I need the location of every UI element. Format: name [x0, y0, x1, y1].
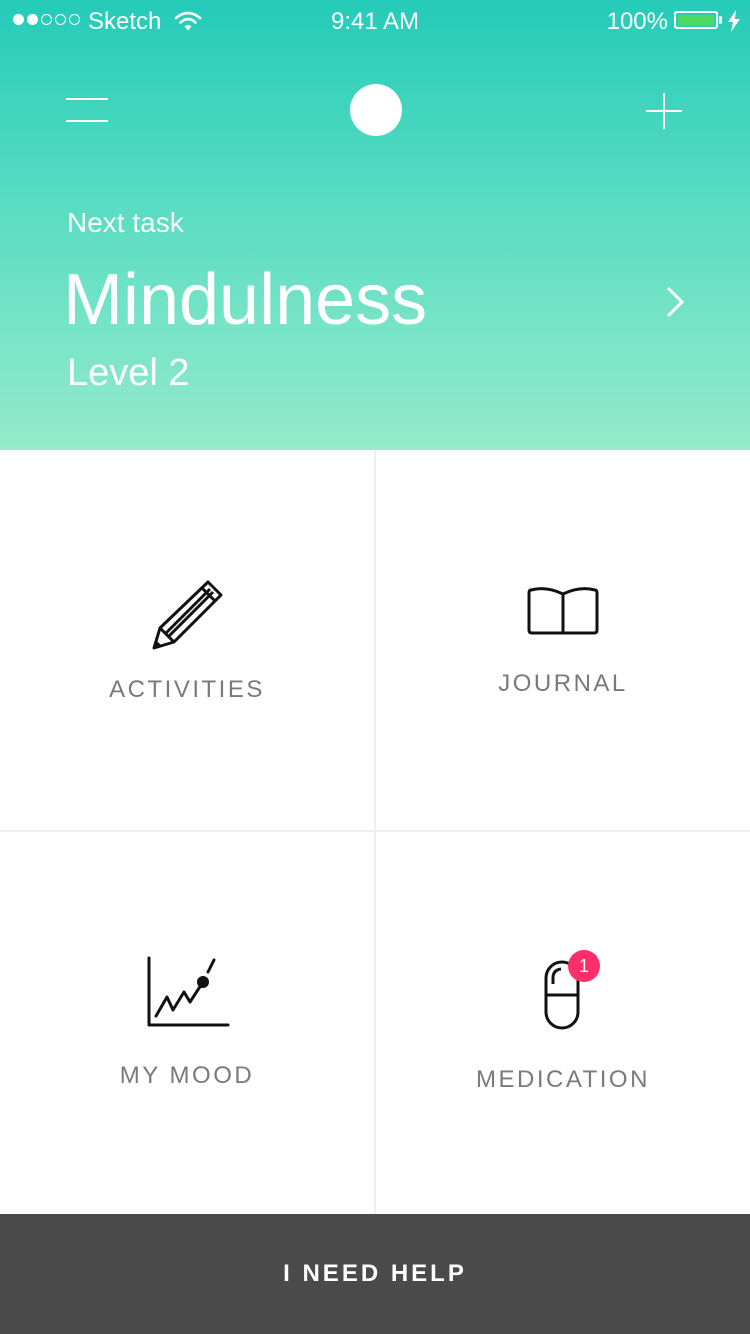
book-icon [527, 587, 599, 635]
notification-badge: 1 [568, 950, 600, 982]
charging-icon [728, 10, 740, 32]
tile-label-my-mood: MY MOOD [119, 1062, 255, 1089]
pencil-icon [152, 580, 223, 650]
tile-activities[interactable]: ACTIVITIES [0, 450, 374, 830]
tile-journal[interactable]: JOURNAL [376, 450, 750, 830]
task-title[interactable]: Mindulness [63, 258, 427, 342]
chevron-right-icon[interactable] [664, 286, 686, 318]
header: Sketch 9:41 AM 100% Next task Mindulness… [0, 0, 750, 450]
battery-icon [674, 11, 718, 29]
tile-medication[interactable]: 1 MEDICATION [376, 832, 750, 1214]
feature-grid: ACTIVITIES JOURNAL MY MOOD 1 MEDICATION [0, 450, 750, 1214]
task-level: Level 2 [67, 352, 190, 394]
hamburger-icon[interactable] [66, 96, 108, 124]
chart-icon [147, 956, 230, 1027]
help-button[interactable]: I NEED HELP [0, 1214, 750, 1334]
status-bar: Sketch 9:41 AM 100% [0, 0, 750, 44]
tile-label-activities: ACTIVITIES [109, 676, 265, 703]
battery-percentage: 100% [606, 8, 668, 35]
plus-icon[interactable] [646, 93, 682, 129]
next-task-label: Next task [67, 207, 184, 238]
avatar[interactable] [350, 84, 402, 136]
tile-label-journal: JOURNAL [498, 670, 628, 697]
tile-label-medication: MEDICATION [476, 1066, 650, 1093]
tile-my-mood[interactable]: MY MOOD [0, 832, 374, 1214]
